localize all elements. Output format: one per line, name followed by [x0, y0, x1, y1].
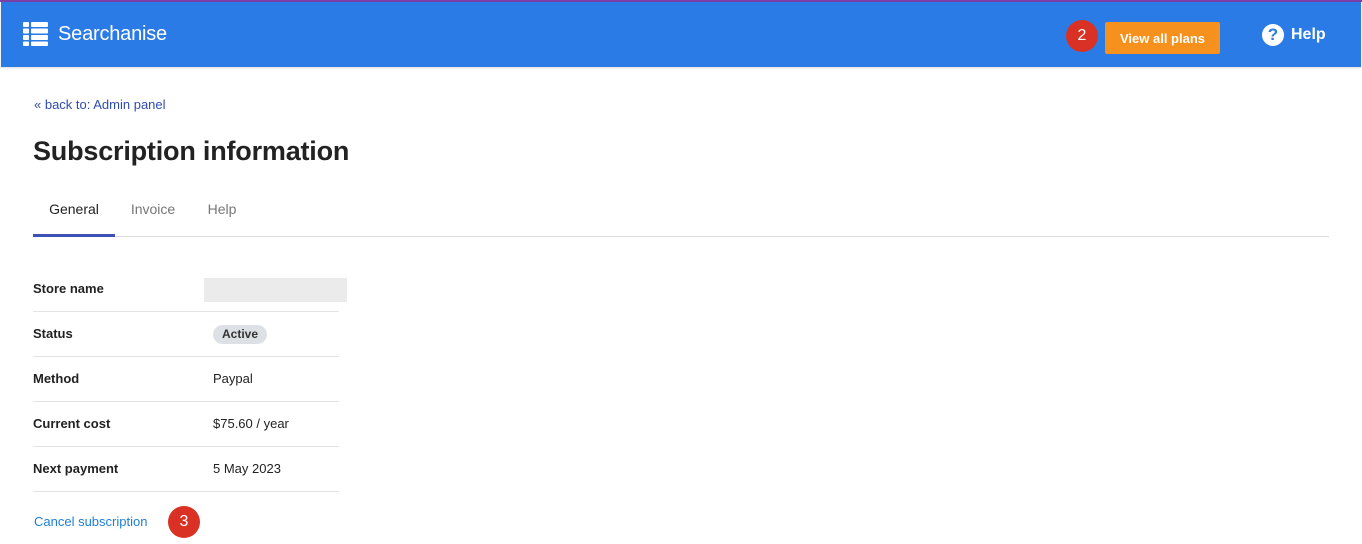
- subscription-details-table: Store name Status Active Method Paypal C…: [33, 267, 347, 492]
- list-logo-icon: [23, 22, 48, 46]
- method-label: Method: [33, 371, 80, 386]
- app-logo[interactable]: Searchanise: [23, 22, 167, 46]
- next-payment-row: Next payment 5 May 2023: [33, 447, 339, 492]
- question-circle-icon: ?: [1262, 24, 1284, 46]
- store-name-label: Store name: [33, 281, 104, 296]
- method-row: Method Paypal: [33, 357, 339, 402]
- top-navigation-bar: Searchanise 2 View all plans ? Help: [1, 2, 1361, 67]
- tab-help[interactable]: Help: [191, 183, 253, 235]
- app-name: Searchanise: [58, 22, 167, 45]
- current-cost-row: Current cost $75.60 / year: [33, 402, 339, 447]
- cancel-subscription-link[interactable]: Cancel subscription: [34, 514, 147, 529]
- status-row: Status Active: [33, 312, 339, 357]
- status-label: Status: [33, 326, 73, 341]
- current-cost-value: $75.60 / year: [213, 416, 289, 431]
- tab-invoice[interactable]: Invoice: [115, 183, 191, 235]
- back-to-admin-link[interactable]: « back to: Admin panel: [34, 97, 166, 112]
- store-name-value-redacted: [204, 278, 347, 302]
- store-name-row: Store name: [33, 267, 347, 312]
- help-link[interactable]: ? Help: [1262, 24, 1326, 46]
- tab-bar: General Invoice Help: [33, 183, 1329, 237]
- step-marker-badge: 2: [1066, 20, 1098, 52]
- tab-general[interactable]: General: [33, 183, 115, 237]
- page-title: Subscription information: [33, 136, 350, 166]
- step-marker-badge: 3: [168, 506, 200, 538]
- status-badge: Active: [213, 325, 268, 344]
- next-payment-value: 5 May 2023: [213, 461, 281, 476]
- method-value: Paypal: [213, 371, 253, 386]
- view-all-plans-button[interactable]: View all plans: [1105, 22, 1220, 54]
- help-label: Help: [1291, 26, 1326, 43]
- next-payment-label: Next payment: [33, 461, 119, 476]
- current-cost-label: Current cost: [33, 416, 111, 431]
